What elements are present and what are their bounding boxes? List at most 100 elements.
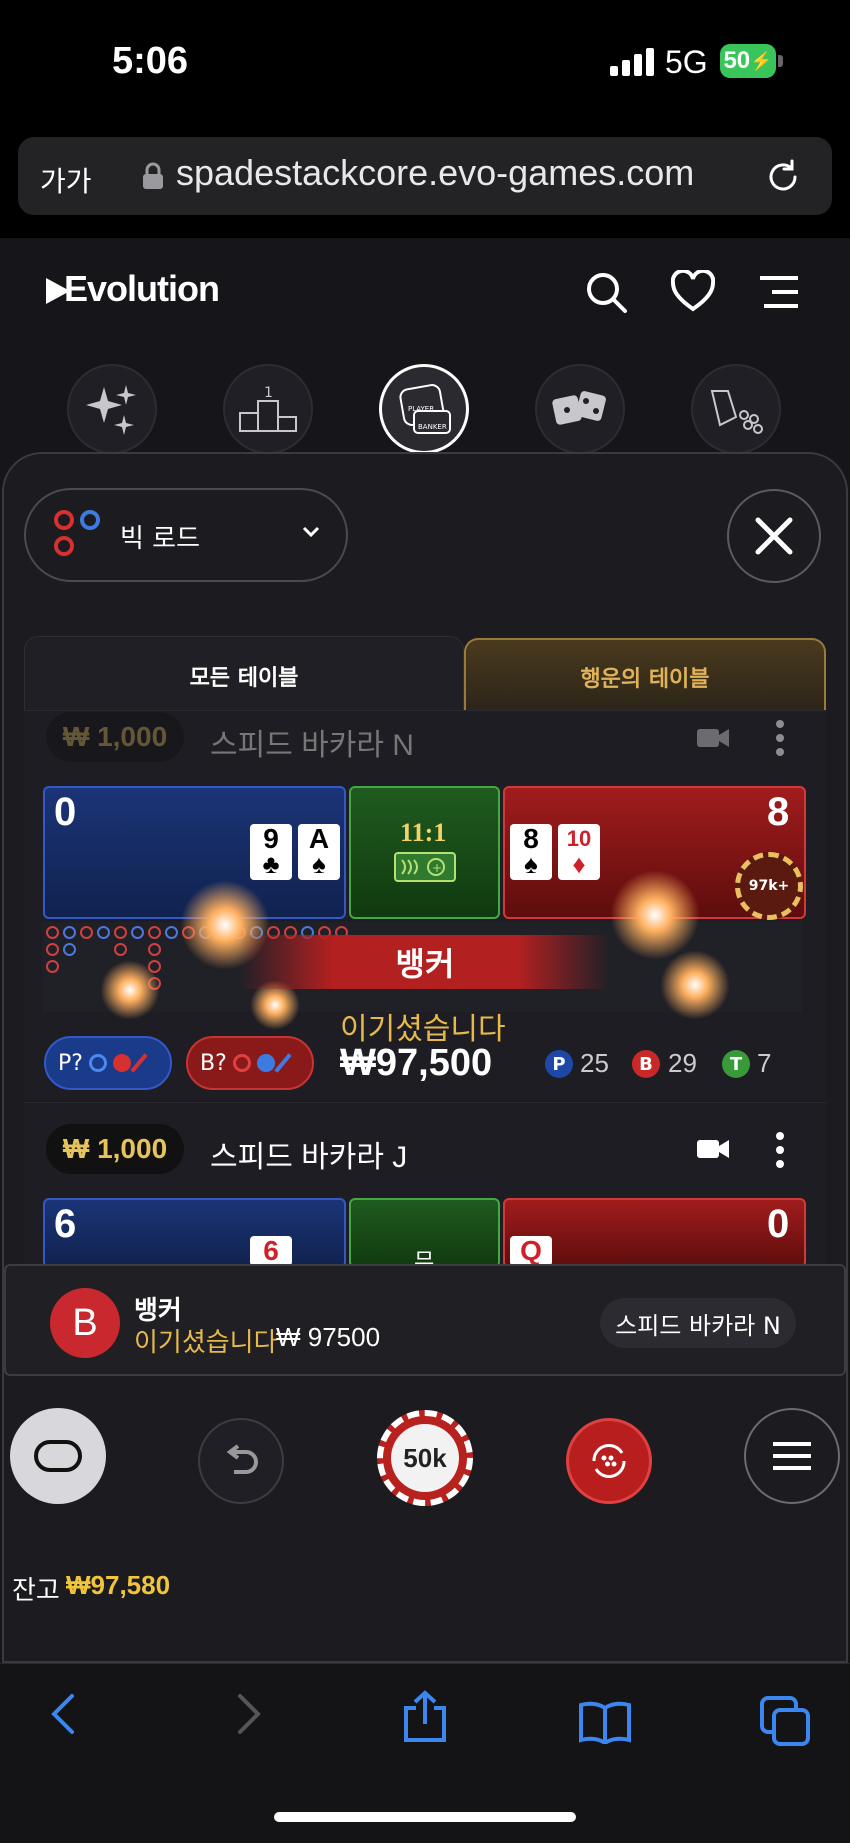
notification-win-text: 이기셨습니다 (134, 1328, 278, 1358)
menu-icon[interactable] (758, 270, 802, 314)
predict-player-button[interactable]: P? (44, 1036, 172, 1090)
player-score: 0 (54, 790, 77, 834)
text-size-button[interactable]: 가가 (40, 160, 92, 200)
podium-icon: 1 (239, 385, 297, 432)
table-name: 스피드 바카라 J (210, 1141, 408, 1174)
road-dot (63, 943, 76, 956)
back-icon[interactable] (46, 1690, 82, 1738)
svg-text:1: 1 (264, 385, 273, 401)
notification-amount: ₩ 97500 (276, 1322, 381, 1352)
big-road-icon (54, 510, 100, 556)
win-sparkle (610, 870, 700, 960)
min-bet-pill: ₩ 1,000 (46, 1124, 184, 1174)
status-time: 5:06 (112, 40, 189, 82)
chip-selector[interactable]: 50k (377, 1410, 473, 1506)
url-text[interactable]: spadestackcore.evo-games.com (176, 152, 694, 194)
banker-score: 0 (767, 1202, 790, 1246)
notification-table-button[interactable]: 스피드 바카라 N (600, 1298, 796, 1348)
win-amount: ₩97,500 (340, 1042, 493, 1084)
road-filter-label: 빅 로드 (120, 524, 201, 554)
roulette-icon (710, 390, 763, 434)
result-banner: 뱅커 (240, 935, 610, 989)
road-dot (46, 926, 59, 939)
dice-icon (552, 391, 606, 425)
undo-icon (226, 1444, 258, 1474)
notification-avatar: B (50, 1288, 120, 1358)
battery-tip (778, 55, 783, 67)
home-indicator (274, 1812, 576, 1822)
win-sparkle (100, 960, 160, 1020)
more-options-icon[interactable] (772, 718, 788, 758)
lock-icon (143, 162, 163, 189)
signal-icon (610, 46, 654, 76)
close-button[interactable] (727, 489, 821, 583)
share-icon[interactable] (402, 1690, 448, 1744)
lobby-view-button[interactable] (10, 1408, 106, 1504)
tab-all-tables[interactable]: 모든 테이블 (24, 636, 464, 714)
balance-label: 잔고 (12, 1576, 60, 1606)
undo-button[interactable] (198, 1418, 284, 1504)
player-card-2: A ♠ (298, 824, 340, 880)
road-dot (46, 960, 59, 973)
road-dot (97, 926, 110, 939)
table-view-icon (34, 1440, 82, 1472)
network-type: 5G (665, 44, 708, 80)
search-icon[interactable] (584, 270, 628, 314)
chip-value: 50k (391, 1424, 459, 1492)
road-dot (114, 926, 127, 939)
win-sparkle (660, 950, 730, 1020)
more-options-icon[interactable] (772, 1130, 788, 1170)
min-bet-pill: ₩ 1,000 (46, 712, 184, 762)
baccarat-icon: PLAYER BANKER (399, 384, 451, 434)
tie-chips-icon: + (394, 852, 456, 882)
close-icon (755, 517, 793, 555)
bet-chip-badge: 97k+ (735, 852, 803, 920)
banker-count-badge: B (632, 1050, 660, 1078)
evolution-logo[interactable]: Evolution (64, 268, 220, 310)
category-dice[interactable] (535, 364, 625, 454)
repeat-bet-button[interactable] (566, 1418, 652, 1504)
player-score: 6 (54, 1202, 77, 1246)
table-name: 스피드 바카라 N (210, 729, 414, 762)
tie-payout: 11:1 (400, 818, 447, 847)
bookmarks-icon[interactable] (578, 1700, 632, 1744)
category-top-games[interactable]: 1 (223, 364, 313, 454)
player-card-1: 9 ♣ (250, 824, 292, 880)
svg-text:BANKER: BANKER (418, 423, 447, 431)
hamburger-icon (773, 1442, 811, 1470)
tab-lucky-tables[interactable]: 행운의 테이블 (464, 638, 826, 714)
banker-score: 8 (767, 790, 790, 834)
video-camera-icon[interactable] (697, 727, 729, 749)
game-menu-button[interactable] (744, 1408, 840, 1504)
player-area[interactable] (43, 1198, 346, 1268)
road-dot (165, 926, 178, 939)
banker-count: 29 (668, 1048, 697, 1078)
road-dot (46, 943, 59, 956)
tie-count: 7 (757, 1048, 772, 1078)
battery-icon: 50 ⚡ (720, 44, 776, 78)
road-dot (114, 943, 127, 956)
reload-icon[interactable] (764, 158, 802, 196)
favorites-heart-icon[interactable] (671, 270, 715, 314)
road-dot (80, 926, 93, 939)
category-baccarat[interactable]: PLAYER BANKER (379, 364, 469, 454)
player-card-1: 6 (250, 1236, 292, 1266)
banker-card-1: Q (510, 1236, 552, 1266)
category-roulette[interactable] (691, 364, 781, 454)
battery-level: 50 (723, 47, 751, 74)
video-camera-icon[interactable] (697, 1138, 729, 1160)
chevron-down-icon (302, 526, 320, 538)
tabs-icon[interactable] (760, 1696, 810, 1746)
category-featured[interactable] (67, 364, 157, 454)
player-count-badge: P (545, 1050, 573, 1078)
predict-banker-button[interactable]: B? (186, 1036, 314, 1090)
balance-value: ₩97,580 (66, 1570, 171, 1600)
player-count: 25 (580, 1048, 609, 1078)
road-dot (131, 926, 144, 939)
repeat-icon (592, 1443, 626, 1479)
tie-count-badge: T (722, 1050, 750, 1078)
sparkles-icon (86, 385, 136, 435)
road-dot (148, 926, 161, 939)
forward-icon[interactable] (230, 1690, 266, 1738)
banker-card-1: 8 ♠ (510, 824, 552, 880)
